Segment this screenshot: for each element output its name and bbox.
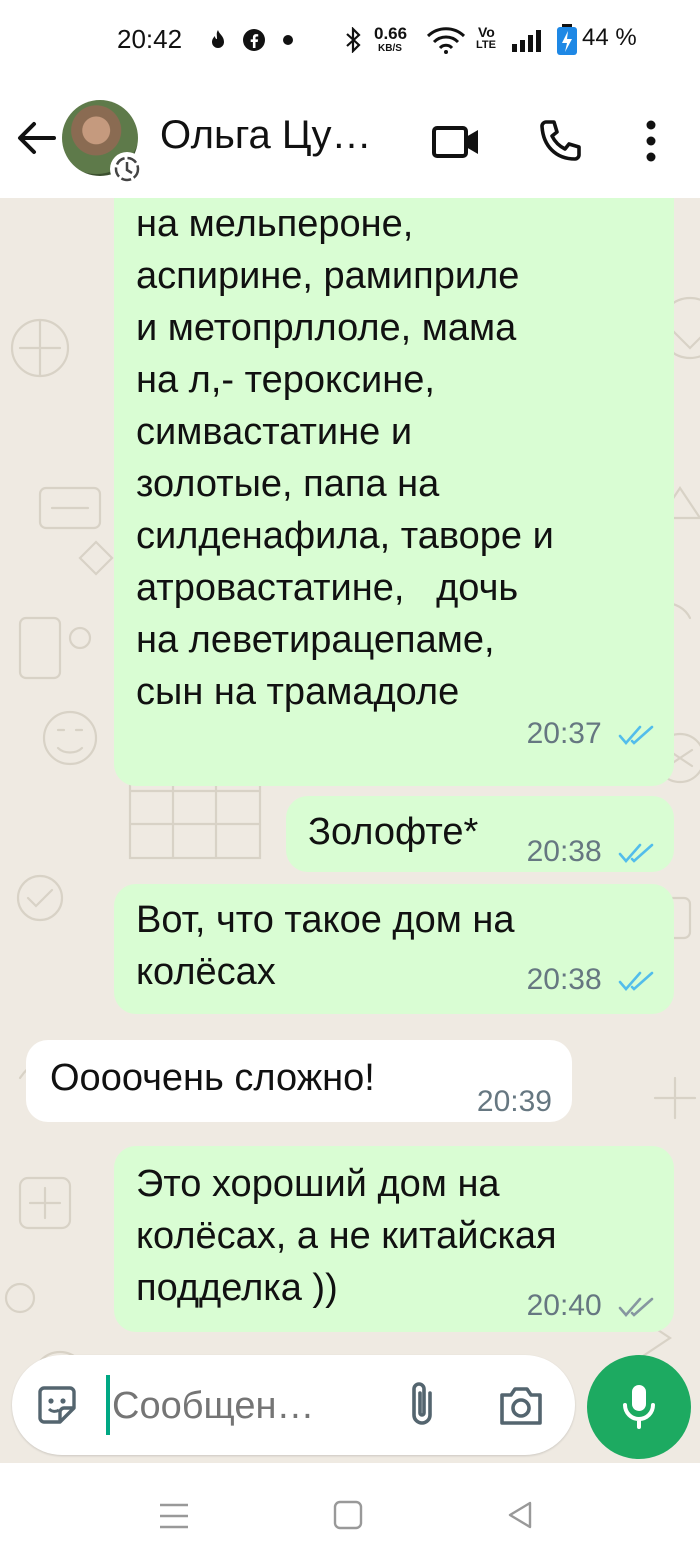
double-check-read-icon (618, 971, 654, 992)
message-time: 20:37 (526, 717, 602, 750)
double-check-delivered-icon (618, 1297, 654, 1318)
back-nav-icon[interactable] (504, 1499, 536, 1531)
double-check-read-icon (618, 843, 654, 864)
volte-top: Vo (478, 24, 495, 40)
message-time: 20:38 (526, 963, 602, 996)
message-text: Оооочень сложно! (50, 1057, 375, 1099)
home-icon[interactable] (332, 1499, 364, 1531)
voice-message-button[interactable] (587, 1355, 691, 1459)
network-speed-unit: KB/S (378, 43, 402, 54)
status-bar: 20:42 0.66 KB/S Vo LTE 44 % (0, 0, 700, 80)
message-text: Вот, что такое дом на колёсах (136, 899, 515, 993)
microphone-icon (623, 1385, 655, 1429)
network-speed-value: 0.66 (374, 24, 408, 43)
message-time: 20:39 (476, 1085, 552, 1118)
message-bubble[interactable]: Золофте* 20:38 (286, 796, 674, 872)
bluetooth-icon (346, 27, 361, 53)
sticker-icon[interactable] (34, 1382, 80, 1428)
voice-call-icon[interactable] (536, 116, 586, 166)
dot-icon (283, 35, 293, 45)
wifi-icon (426, 27, 466, 54)
message-meta: 20:37 (527, 708, 656, 760)
message-meta: 20:38 (527, 826, 656, 878)
battery-percent: 44 % (582, 24, 637, 51)
message-time: 20:40 (526, 1289, 602, 1322)
flame-icon (212, 30, 224, 48)
facebook-icon (243, 29, 265, 51)
message-bubble[interactable]: Оооочень сложно! 20:39 (26, 1040, 572, 1122)
message-text: Это хороший дом на колёсах, а не китайск… (136, 1163, 557, 1309)
status-time: 20:42 (117, 24, 183, 54)
double-check-read-icon (618, 725, 654, 746)
more-vert-icon[interactable] (626, 116, 676, 166)
camera-icon[interactable] (496, 1381, 546, 1429)
status-ring-icon (110, 152, 144, 186)
message-composer (12, 1355, 575, 1455)
recent-apps-icon[interactable] (158, 1501, 190, 1531)
video-call-icon[interactable] (432, 116, 482, 166)
contact-name[interactable]: Ольга Цу… (160, 113, 372, 158)
system-nav-bar (0, 1463, 700, 1563)
chat-area[interactable]: на мельпероне, аспирине, рамиприле и мет… (0, 198, 700, 1463)
message-time: 20:38 (526, 835, 602, 868)
message-meta: 20:38 (527, 954, 656, 1006)
volte-bottom: LTE (476, 39, 496, 51)
battery-charging-icon (557, 24, 577, 55)
message-text: на мельпероне, аспирине, рамиприле и мет… (136, 203, 554, 713)
message-bubble[interactable]: Это хороший дом на колёсах, а не китайск… (114, 1146, 674, 1332)
message-bubble[interactable]: Вот, что такое дом на колёсах 20:38 (114, 884, 674, 1014)
message-bubble[interactable]: на мельпероне, аспирине, рамиприле и мет… (114, 198, 674, 786)
attach-icon[interactable] (402, 1379, 442, 1431)
chat-header: Ольга Цу… (0, 80, 700, 198)
back-arrow-icon[interactable] (14, 116, 58, 160)
signal-icon (512, 30, 541, 52)
message-meta: 20:40 (527, 1280, 656, 1332)
message-text: Золофте* (308, 811, 479, 853)
message-input[interactable] (110, 1377, 374, 1435)
